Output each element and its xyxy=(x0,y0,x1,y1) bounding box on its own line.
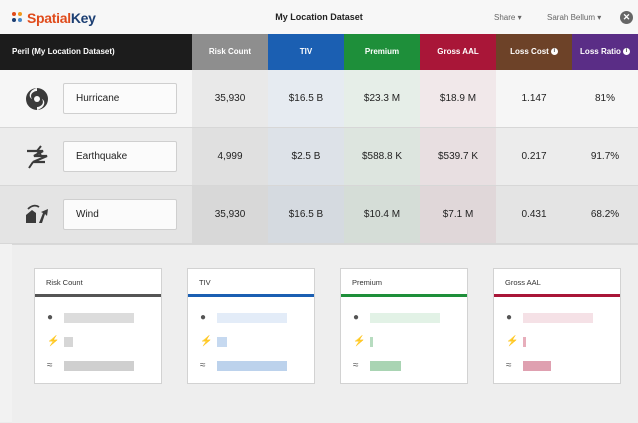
column-header-loss-cost[interactable]: Loss Cost i xyxy=(496,34,572,70)
table-header: Peril (My Location Dataset) Risk Count T… xyxy=(0,34,638,70)
aal-bar-hurricane xyxy=(523,313,593,323)
peril-button-hurricane[interactable]: Hurricane xyxy=(63,83,177,114)
tiv-cell: $16.5 B xyxy=(268,70,344,127)
share-menu[interactable]: Share ▾ xyxy=(494,13,522,22)
tiv-cell: $16.5 B xyxy=(268,186,344,243)
loss-ratio-cell: 68.2% xyxy=(590,209,620,220)
peril-cell: Hurricane xyxy=(0,70,192,127)
card-tiv[interactable]: TIV ● ⚡ ≈ xyxy=(187,268,315,384)
info-icon[interactable]: i xyxy=(622,48,630,56)
top-bar: Spatial Key My Location Dataset Share ▾ S… xyxy=(0,0,638,35)
premium-cell: $588.8 K xyxy=(344,128,420,185)
tiv-bar-hurricane xyxy=(217,313,287,323)
premium-bar-earthquake xyxy=(370,337,373,347)
loss-cost-cell: 0.431 xyxy=(521,209,547,220)
card-accent-line xyxy=(494,294,620,297)
risk-count-cell: 35,930 xyxy=(192,186,268,243)
risk-bar-wind xyxy=(64,361,134,371)
wind-icon: ≈ xyxy=(506,360,512,371)
earthquake-icon: ⚡ xyxy=(353,336,366,347)
premium-cell: $23.3 M xyxy=(344,70,420,127)
hurricane-icon: ● xyxy=(200,312,207,323)
card-accent-line xyxy=(188,294,314,297)
hurricane-icon: ● xyxy=(47,312,54,323)
hurricane-icon: ● xyxy=(506,312,513,323)
column-header-loss-ratio[interactable]: Loss Ratio i xyxy=(572,34,638,70)
risk-bar-hurricane xyxy=(64,313,134,323)
tiv-cell: $2.5 B xyxy=(268,128,344,185)
wind-icon: ≈ xyxy=(200,360,206,371)
card-accent-line xyxy=(35,294,161,297)
column-header-gross-aal[interactable]: Gross AAL xyxy=(420,34,496,70)
loss-ratio-label: Loss Ratio xyxy=(580,47,621,56)
column-header-peril[interactable]: Peril (My Location Dataset) xyxy=(0,34,192,70)
card-title: Premium xyxy=(352,278,383,287)
user-menu[interactable]: Sarah Bellum ▾ xyxy=(547,13,601,22)
aal-bar-earthquake xyxy=(523,337,526,347)
loss-cost-cell: 0.217 xyxy=(521,151,547,162)
card-risk-count[interactable]: Risk Count ● ⚡ ≈ xyxy=(34,268,162,384)
card-gross-aal[interactable]: Gross AAL ● ⚡ ≈ xyxy=(493,268,621,384)
column-header-risk-count[interactable]: Risk Count xyxy=(192,34,268,70)
card-title: Risk Count xyxy=(46,278,83,287)
summary-cards: Risk Count ● ⚡ ≈ TIV ● ⚡ ≈ Premium ● ⚡ ≈… xyxy=(12,244,638,423)
card-title: Gross AAL xyxy=(505,278,541,287)
aal-bar-wind xyxy=(523,361,551,371)
earthquake-icon xyxy=(27,145,48,169)
info-icon[interactable]: i xyxy=(550,48,558,56)
peril-button-wind[interactable]: Wind xyxy=(63,199,177,230)
table-row[interactable]: Hurricane 35,930 $16.5 B $23.3 M $18.9 M… xyxy=(0,70,638,128)
earthquake-icon: ⚡ xyxy=(506,336,519,347)
wind-icon: ≈ xyxy=(47,360,53,371)
tiv-bar-wind xyxy=(217,361,287,371)
loss-ratio-cell: 91.7% xyxy=(590,151,620,162)
premium-bar-wind xyxy=(370,361,401,371)
tiv-bar-earthquake xyxy=(217,337,227,347)
gross-aal-cell: $18.9 M xyxy=(420,70,496,127)
peril-cell: Wind xyxy=(0,186,192,243)
card-premium[interactable]: Premium ● ⚡ ≈ xyxy=(340,268,468,384)
card-title: TIV xyxy=(199,278,211,287)
close-icon[interactable]: ✕ xyxy=(620,11,633,24)
card-accent-line xyxy=(341,294,467,297)
gross-aal-cell: $539.7 K xyxy=(420,128,496,185)
column-header-tiv[interactable]: TIV xyxy=(268,34,344,70)
table-row[interactable]: Wind 35,930 $16.5 B $10.4 M $7.1 M 0.431… xyxy=(0,186,638,244)
premium-cell: $10.4 M xyxy=(344,186,420,243)
gross-aal-cell: $7.1 M xyxy=(420,186,496,243)
earthquake-icon: ⚡ xyxy=(47,336,60,347)
earthquake-icon: ⚡ xyxy=(200,336,213,347)
peril-cell: Earthquake xyxy=(0,128,192,185)
wind-icon: ≈ xyxy=(353,360,359,371)
peril-button-earthquake[interactable]: Earthquake xyxy=(63,141,177,172)
dataset-title: My Location Dataset xyxy=(275,12,363,22)
hurricane-icon xyxy=(26,88,48,110)
risk-bar-earthquake xyxy=(64,337,73,347)
wind-icon xyxy=(26,204,48,223)
loss-cost-cell: 1.147 xyxy=(521,93,547,104)
app-window: Spatial Key My Location Dataset Share ▾ S… xyxy=(0,0,638,423)
risk-count-cell: 4,999 xyxy=(192,128,268,185)
hurricane-icon: ● xyxy=(353,312,360,323)
risk-count-cell: 35,930 xyxy=(192,70,268,127)
loss-cost-label: Loss Cost xyxy=(510,47,549,56)
table-row[interactable]: Earthquake 4,999 $2.5 B $588.8 K $539.7 … xyxy=(0,128,638,186)
loss-ratio-cell: 81% xyxy=(594,93,615,104)
premium-bar-hurricane xyxy=(370,313,440,323)
column-header-premium[interactable]: Premium xyxy=(344,34,420,70)
